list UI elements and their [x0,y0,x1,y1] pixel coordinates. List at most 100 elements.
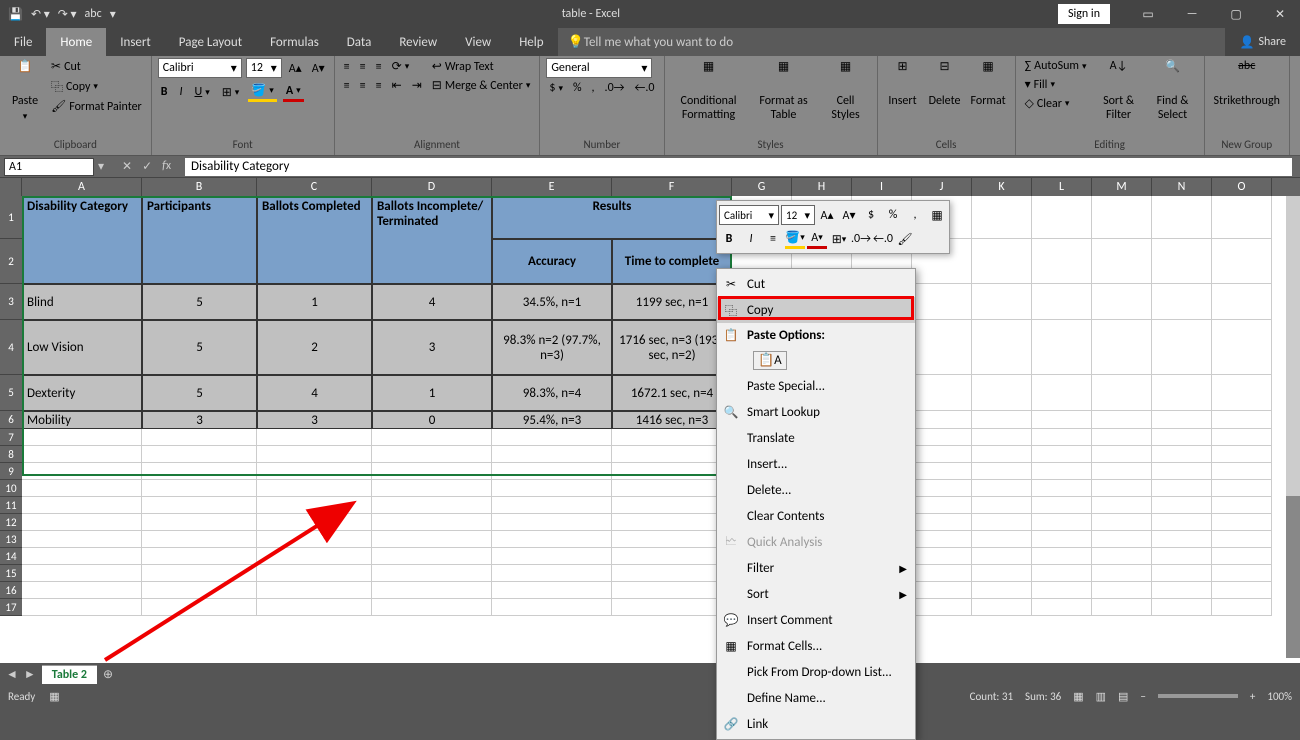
vertical-scrollbar[interactable] [1286,196,1300,658]
cell[interactable] [22,446,142,463]
cell[interactable] [1092,514,1152,531]
cell[interactable] [142,480,257,497]
enter-formula-icon[interactable]: ✓ [142,159,152,174]
clear-button[interactable]: ◇Clear [1022,95,1090,112]
fill-button[interactable]: ▾Fill [1022,76,1090,93]
save-icon[interactable]: 💾 [8,7,23,22]
cell[interactable] [972,463,1032,480]
row-header-13[interactable]: 13 [0,531,22,548]
formula-input[interactable]: Disability Category [185,158,1292,176]
share-button[interactable]: 👤Share [1225,28,1300,56]
cell[interactable] [142,446,257,463]
col-header-A[interactable]: A [22,178,142,196]
find-select-button[interactable]: 🔍Find & Select [1148,58,1198,123]
cell[interactable] [372,514,492,531]
cell[interactable] [972,446,1032,463]
cell[interactable] [22,531,142,548]
cell[interactable] [372,599,492,616]
cell[interactable] [142,582,257,599]
cell[interactable] [912,480,972,497]
cell[interactable] [1032,548,1092,565]
insert-cells-button[interactable]: ⊞Insert [884,58,922,109]
cell[interactable] [972,480,1032,497]
cell-styles-button[interactable]: ▦Cell Styles [821,58,871,123]
cell[interactable] [912,320,972,375]
col-header-O[interactable]: O [1212,178,1272,196]
cell[interactable] [912,497,972,514]
mini-bold-icon[interactable]: B [719,229,739,249]
cell[interactable] [22,429,142,446]
table-subheader[interactable]: Time to complete [612,239,732,284]
table-cell[interactable]: Dexterity [22,375,142,411]
cell[interactable] [372,429,492,446]
table-cell[interactable]: 3 [257,411,372,429]
cell[interactable] [912,514,972,531]
tell-me-search[interactable]: 💡 Tell me what you want to do [558,28,1226,56]
grow-font-button[interactable]: A▴ [286,58,305,78]
zoom-slider[interactable] [1158,694,1238,698]
cell[interactable] [972,239,1032,284]
cell[interactable] [492,582,612,599]
tab-data[interactable]: Data [333,28,386,56]
ribbon-options-icon[interactable]: ▭ [1128,0,1168,28]
table-cell[interactable]: 5 [142,284,257,320]
cell[interactable] [1032,446,1092,463]
table-cell[interactable]: 4 [372,284,492,320]
currency-button[interactable]: $ [546,80,566,96]
mini-align-icon[interactable]: ≡ [763,229,783,249]
table-cell[interactable]: Low Vision [22,320,142,375]
cell[interactable] [492,565,612,582]
ctx-pick-dropdown[interactable]: Pick From Drop-down List... [717,659,915,685]
cell[interactable] [612,429,732,446]
cell[interactable] [1212,480,1272,497]
cell[interactable] [912,411,972,429]
cell[interactable] [972,196,1032,239]
macro-icon[interactable]: ▦ [49,690,59,703]
font-color-button[interactable]: A [283,82,304,102]
cell[interactable] [912,599,972,616]
cell[interactable] [492,497,612,514]
ctx-sort[interactable]: Sort▶ [717,581,915,607]
ctx-define-name[interactable]: Define Name... [717,685,915,711]
format-cells-button[interactable]: ▦Format [968,58,1009,109]
table-cell[interactable]: 3 [142,411,257,429]
col-header-G[interactable]: G [732,178,792,196]
mini-italic-icon[interactable]: I [741,229,761,249]
cell[interactable] [492,514,612,531]
table-cell[interactable]: Blind [22,284,142,320]
table-cell[interactable]: 98.3%, n=4 [492,375,612,411]
cell[interactable] [1152,320,1212,375]
tab-page-layout[interactable]: Page Layout [165,28,256,56]
mini-border-icon[interactable]: ⊞ [829,229,849,249]
row-header-9[interactable]: 9 [0,463,22,480]
cell[interactable] [372,446,492,463]
table-cell[interactable]: 1199 sec, n=1 [612,284,732,320]
cell[interactable] [912,463,972,480]
cell[interactable] [492,599,612,616]
view-normal-icon[interactable]: ▦ [1073,690,1083,703]
cell[interactable] [372,582,492,599]
wrap-text-button[interactable]: ↩Wrap Text [429,58,534,75]
strikethrough-button[interactable]: abcStrikethrough [1211,58,1283,109]
cell[interactable] [612,565,732,582]
fx-icon[interactable]: fx [162,159,171,174]
cell[interactable] [612,514,732,531]
namebox-dd[interactable]: ▾ [94,159,108,174]
cell[interactable] [1092,531,1152,548]
table-cell[interactable]: 95.4%, n=3 [492,411,612,429]
row-header-6[interactable]: 6 [0,411,22,429]
cell[interactable] [972,531,1032,548]
tab-insert[interactable]: Insert [106,28,165,56]
table-cell[interactable]: 0 [372,411,492,429]
cell[interactable] [972,429,1032,446]
border-button[interactable]: ⊞ [219,82,243,102]
cut-button[interactable]: ✂Cut [48,58,145,75]
cell[interactable] [1032,375,1092,411]
copy-button[interactable]: ⿻Copy [48,77,145,96]
cell[interactable] [1212,320,1272,375]
cell[interactable] [257,531,372,548]
tab-formulas[interactable]: Formulas [256,28,333,56]
sheet-prev-icon[interactable]: ◄ [6,667,18,682]
cell[interactable] [912,375,972,411]
format-painter-button[interactable]: 🖌Format Painter [48,98,145,115]
